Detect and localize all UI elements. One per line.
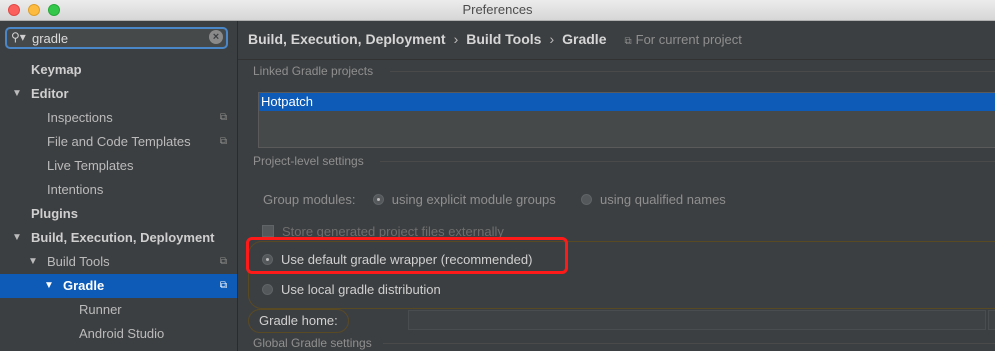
gradle-home-browse-button[interactable] <box>988 310 995 330</box>
clear-search-icon[interactable]: × <box>209 30 223 44</box>
local-distribution-radio[interactable] <box>262 284 273 295</box>
breadcrumb-separator: › <box>453 31 459 47</box>
sidebar-item-intentions[interactable]: Intentions <box>0 178 237 202</box>
wrapper-option-row[interactable]: Use default gradle wrapper (recommended) <box>262 252 532 267</box>
breadcrumb-build-execution: Build, Execution, Deployment <box>248 31 446 47</box>
sidebar-item-live-templates[interactable]: Live Templates <box>0 154 237 178</box>
sidebar-item-label: Gradle <box>63 278 105 293</box>
sidebar-item-runner[interactable]: Runner <box>0 298 237 322</box>
breadcrumb-build-tools: Build Tools <box>466 31 542 47</box>
sidebar-item-label: Runner <box>79 302 122 317</box>
sidebar-item-label: Android Studio <box>79 326 165 341</box>
gradle-home-label: Gradle home: <box>248 309 349 333</box>
search-input[interactable]: ⚲▾ gradle × <box>5 27 228 49</box>
local-distribution-row[interactable]: Use local gradle distribution <box>262 282 441 297</box>
section-divider <box>380 161 995 162</box>
minimize-window-button[interactable] <box>28 4 40 16</box>
gradle-home-field[interactable] <box>408 310 986 330</box>
search-icon: ⚲▾ <box>11 30 26 44</box>
expand-arrow-icon[interactable]: ▼ <box>12 82 22 106</box>
wrapper-radio[interactable] <box>262 254 273 265</box>
project-level-header: Project-level settings <box>253 154 364 168</box>
list-item[interactable]: Hotpatch <box>259 93 995 111</box>
sidebar-item-label: Inspections <box>47 110 113 125</box>
sidebar-item-label: Keymap <box>31 62 82 77</box>
settings-sidebar: ⚲▾ gradle × Keymap ▼ Editor Inspections ⧉ Fil… <box>0 21 238 351</box>
project-scope-icon: ⧉ <box>624 36 632 47</box>
sidebar-item-build-tools[interactable]: ▼ Build Tools ⧉ <box>0 250 237 274</box>
sidebar-item-label: File and Code Templates <box>47 134 191 149</box>
project-scope-icon: ⧉ <box>219 136 227 147</box>
linked-projects-list[interactable]: Hotpatch <box>258 92 995 148</box>
window-title: Preferences <box>462 2 533 17</box>
section-divider <box>390 71 995 72</box>
search-value: gradle <box>32 31 69 46</box>
expand-arrow-icon[interactable]: ▼ <box>12 226 22 250</box>
global-settings-header: Global Gradle settings <box>253 336 372 350</box>
group-qualified-label: using qualified names <box>600 192 726 207</box>
expand-arrow-icon[interactable]: ▼ <box>44 274 54 298</box>
scope-label: For current project <box>635 32 742 47</box>
section-divider <box>383 343 995 344</box>
breadcrumb: Build, Execution, Deployment › Build Tools… <box>248 31 742 47</box>
sidebar-item-keymap[interactable]: Keymap <box>0 58 237 82</box>
gradle-settings-panel: Build, Execution, Deployment › Build Tools… <box>238 21 995 351</box>
group-qualified-radio[interactable] <box>581 194 593 205</box>
group-explicit-radio[interactable] <box>372 194 384 205</box>
sidebar-item-editor[interactable]: ▼ Editor <box>0 82 237 106</box>
group-explicit-label: using explicit module groups <box>391 192 556 207</box>
zoom-window-button[interactable] <box>48 4 60 16</box>
header-divider <box>238 59 995 60</box>
wrapper-label: Use default gradle wrapper (recommended) <box>281 252 533 267</box>
breadcrumb-gradle: Gradle <box>562 31 607 47</box>
linked-projects-header: Linked Gradle projects <box>253 64 374 78</box>
sidebar-item-label: Intentions <box>47 182 104 197</box>
group-modules-label: Group modules: <box>263 192 356 207</box>
breadcrumb-separator: › <box>549 31 555 47</box>
sidebar-item-gradle[interactable]: ▼ Gradle ⧉ <box>0 274 237 298</box>
sidebar-item-label: Build Tools <box>47 254 110 269</box>
sidebar-item-label: Live Templates <box>47 158 134 173</box>
store-generated-checkbox[interactable] <box>262 225 274 237</box>
settings-tree: Keymap ▼ Editor Inspections ⧉ File and Code T… <box>0 58 237 346</box>
project-scope-icon: ⧉ <box>219 256 227 267</box>
sidebar-item-label: Plugins <box>31 206 78 221</box>
sidebar-item-inspections[interactable]: Inspections ⧉ <box>0 106 237 130</box>
group-modules-row: Group modules: using explicit module gro… <box>263 192 726 207</box>
local-distribution-label: Use local gradle distribution <box>281 282 441 297</box>
sidebar-item-android-studio[interactable]: Android Studio <box>0 322 237 346</box>
sidebar-item-label: Editor <box>31 86 69 101</box>
project-scope-icon: ⧉ <box>219 280 227 291</box>
window-titlebar: Preferences <box>0 0 995 21</box>
sidebar-item-build-execution-deployment[interactable]: ▼ Build, Execution, Deployment <box>0 226 237 250</box>
sidebar-item-file-and-code-templates[interactable]: File and Code Templates ⧉ <box>0 130 237 154</box>
sidebar-item-plugins[interactable]: Plugins <box>0 202 237 226</box>
expand-arrow-icon[interactable]: ▼ <box>28 250 38 274</box>
sidebar-item-label: Build, Execution, Deployment <box>31 230 215 245</box>
project-scope-icon: ⧉ <box>219 112 227 123</box>
close-window-button[interactable] <box>8 4 20 16</box>
